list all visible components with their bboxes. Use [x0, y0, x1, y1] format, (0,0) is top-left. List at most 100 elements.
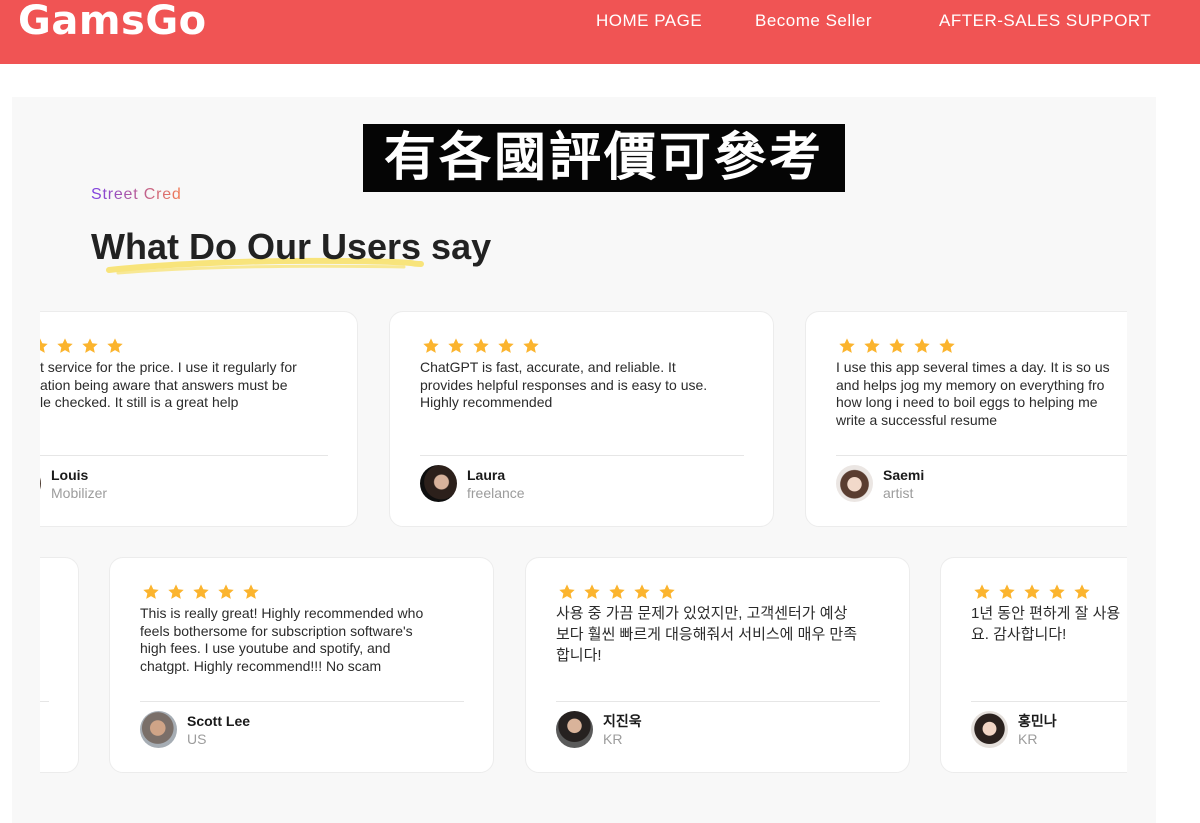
star-icon [634, 584, 650, 599]
review-line: ChatGPT is fast, accurate, and reliable.… [420, 359, 676, 375]
star-icon [423, 338, 439, 353]
nav-home-page[interactable]: HOME PAGE [596, 11, 702, 31]
reviewer-role: KR [1018, 731, 1038, 747]
review-line: 합니다! [556, 647, 602, 664]
avatar [40, 465, 41, 502]
review-line: 요. 감사합니다! [971, 626, 1067, 643]
review-text: ChatGPT is fast, accurate, and reliable.… [420, 359, 707, 412]
star-icon [559, 584, 575, 599]
review-line: write a successful resume [836, 411, 998, 428]
review-text: 사용 중 가끔 문제가 있었지만, 고객센터가 예상 보다 훨씬 빠르게 대응해… [556, 603, 857, 666]
review-line: 사용 중 가끔 문제가 있었지만, 고객센터가 예상 [556, 605, 848, 622]
reviewer-name: Scott Lee [187, 713, 251, 729]
testimonial-carousel-row-1: t service for the price. I use it regula… [40, 311, 1127, 528]
avatar [971, 711, 1008, 748]
star-icon [1049, 584, 1065, 599]
review-line: provides helpful responses and is easy t… [420, 376, 708, 393]
testimonial-card: ChatGPT is fast, accurate, and reliable.… [389, 311, 774, 527]
star-icon [218, 584, 234, 599]
review-line: how long i need to boil eggs to helping … [836, 394, 1098, 410]
star-icon [143, 584, 159, 599]
avatar [556, 711, 593, 748]
caption-overlay: 有各國評價可參考 [363, 124, 845, 192]
testimonial-card: I use this app several times a day. It i… [805, 311, 1127, 527]
star-icon [939, 338, 955, 353]
section-eyebrow: Street Cred [91, 186, 182, 203]
reviewer-role: US [187, 731, 207, 747]
reviewer-role: artist [883, 485, 914, 501]
star-icon [40, 338, 48, 353]
review-line: 보다 훨씬 빠르게 대응해줘서 서비스에 매우 만족 [556, 626, 858, 643]
star-icon [584, 584, 600, 599]
reviewer-name: Saemi [883, 467, 925, 483]
review-line: and helps jog my memory on everything fr… [836, 376, 1105, 393]
site-header: GamsGo HOME PAGE Become Seller AFTER-SAL… [0, 0, 1200, 64]
star-rating [40, 337, 124, 355]
review-text: 1년 동안 편하게 잘 사용 요. 감사합니다! [971, 603, 1120, 645]
reviewer-name: Louis [51, 467, 89, 483]
reviewer-name: 지진욱 [603, 713, 642, 729]
card-divider [556, 701, 880, 702]
star-icon [498, 338, 514, 353]
star-icon [1074, 584, 1090, 599]
testimonial-card: This is really great! Highly recommended… [109, 557, 494, 773]
reviewer-role: KR [603, 731, 623, 747]
card-divider [836, 455, 1127, 456]
avatar [836, 465, 873, 502]
card-divider [420, 455, 744, 456]
review-line: I use this app several times a day. It i… [836, 359, 1110, 375]
reviewer-name: Laura [467, 467, 506, 483]
star-rating [142, 583, 260, 601]
star-icon [1024, 584, 1040, 599]
avatar [420, 465, 457, 502]
testimonial-carousel-row-2: This is really great! Highly recommended… [40, 557, 1127, 774]
star-icon [448, 338, 464, 353]
section-title: What Do Our Users say [91, 226, 492, 267]
reviewer-role: freelance [467, 485, 525, 501]
star-rating [838, 337, 956, 355]
star-icon [609, 584, 625, 599]
star-icon [999, 584, 1015, 599]
testimonial-card: 사용 중 가끔 문제가 있었지만, 고객센터가 예상 보다 훨씬 빠르게 대응해… [525, 557, 910, 773]
star-icon [523, 338, 539, 353]
star-icon [473, 338, 489, 353]
star-icon [839, 338, 855, 353]
reviewer-role: Mobilizer [51, 485, 108, 501]
star-icon [914, 338, 930, 353]
nav-become-seller[interactable]: Become Seller [755, 11, 872, 31]
star-icon [168, 584, 184, 599]
testimonial-card [40, 557, 79, 773]
review-line: t service for the price. I use it regula… [40, 359, 297, 375]
star-rating [973, 583, 1091, 601]
star-rating [558, 583, 676, 601]
review-line: high fees. I use youtube and spotify, an… [140, 640, 391, 656]
star-icon [889, 338, 905, 353]
star-icon [82, 338, 98, 353]
page: GamsGo HOME PAGE Become Seller AFTER-SAL… [0, 0, 1200, 823]
reviewer-name: 홍민나 [1018, 713, 1057, 729]
review-line: chatgpt. Highly recommend!!! No scam [140, 657, 382, 674]
avatar [140, 711, 177, 748]
star-icon [864, 338, 880, 353]
star-icon [107, 338, 123, 353]
review-text: This is really great! Highly recommended… [140, 605, 423, 675]
card-divider [140, 701, 464, 702]
testimonial-card: t service for the price. I use it regula… [40, 311, 358, 527]
review-line: 1년 동안 편하게 잘 사용 [971, 605, 1121, 622]
logo[interactable]: GamsGo [18, 0, 207, 42]
testimonials-section: Street Cred What Do Our Users say t serv… [12, 97, 1156, 823]
card-divider [971, 701, 1127, 702]
review-line: feels bothersome for subscription softwa… [140, 622, 413, 639]
review-text: I use this app several times a day. It i… [836, 359, 1110, 429]
star-icon [193, 584, 209, 599]
card-divider [40, 701, 49, 702]
testimonial-card: 1년 동안 편하게 잘 사용 요. 감사합니다! 홍민나 KR [940, 557, 1127, 773]
review-line: This is really great! Highly recommended… [140, 605, 424, 621]
review-line: Highly recommended [420, 394, 553, 410]
review-line: le checked. It still is a great help [40, 394, 239, 410]
star-icon [243, 584, 259, 599]
nav-after-sales-support[interactable]: AFTER-SALES SUPPORT [939, 11, 1151, 31]
star-icon [57, 338, 73, 353]
card-divider [40, 455, 328, 456]
star-rating [422, 337, 540, 355]
